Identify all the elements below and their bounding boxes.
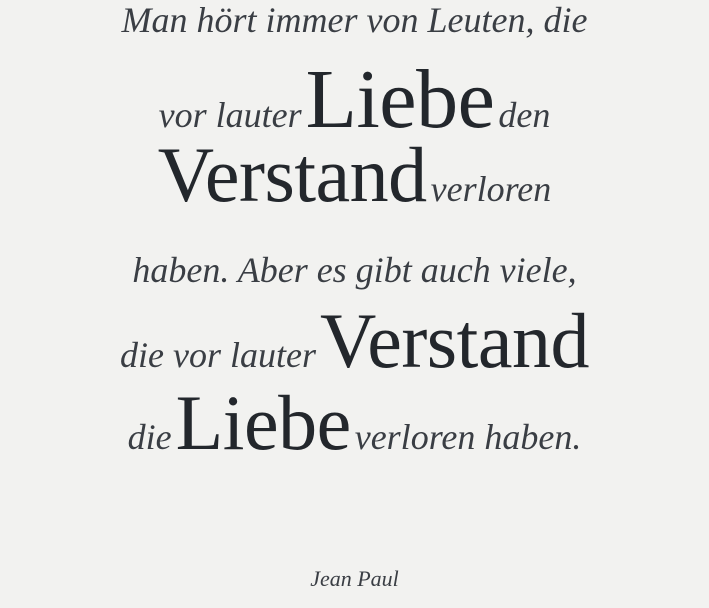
quote-text: den [498,95,551,135]
quote-line-4: haben. Aber es gibt auch viele, [0,252,709,288]
quote-line-6: die Liebe verloren haben. [0,384,709,462]
quote-line-2: vor lauter Liebe den [0,58,709,142]
quote-line-5: die vor lauter Verstand [0,302,709,380]
quote-text: die vor lauter [120,335,317,375]
quote-text: haben. Aber es gibt auch viele, [132,250,577,290]
quote-card: Man hört immer von Leuten, die vor laute… [0,0,709,608]
quote-line-1: Man hört immer von Leuten, die [0,2,709,38]
quote-text: verloren haben. [354,417,582,457]
quote-text: Man hört immer von Leuten, die [121,0,588,40]
quote-text: die [127,417,172,457]
emphasis-word: Liebe [175,379,352,466]
quote-text: vor lauter [158,95,302,135]
author-name: Jean Paul [310,566,399,591]
emphasis-word: Verstand [320,297,589,384]
quote-text: verloren [430,169,552,209]
quote-line-3: Verstand verloren [0,136,709,214]
emphasis-word: Verstand [157,131,427,218]
